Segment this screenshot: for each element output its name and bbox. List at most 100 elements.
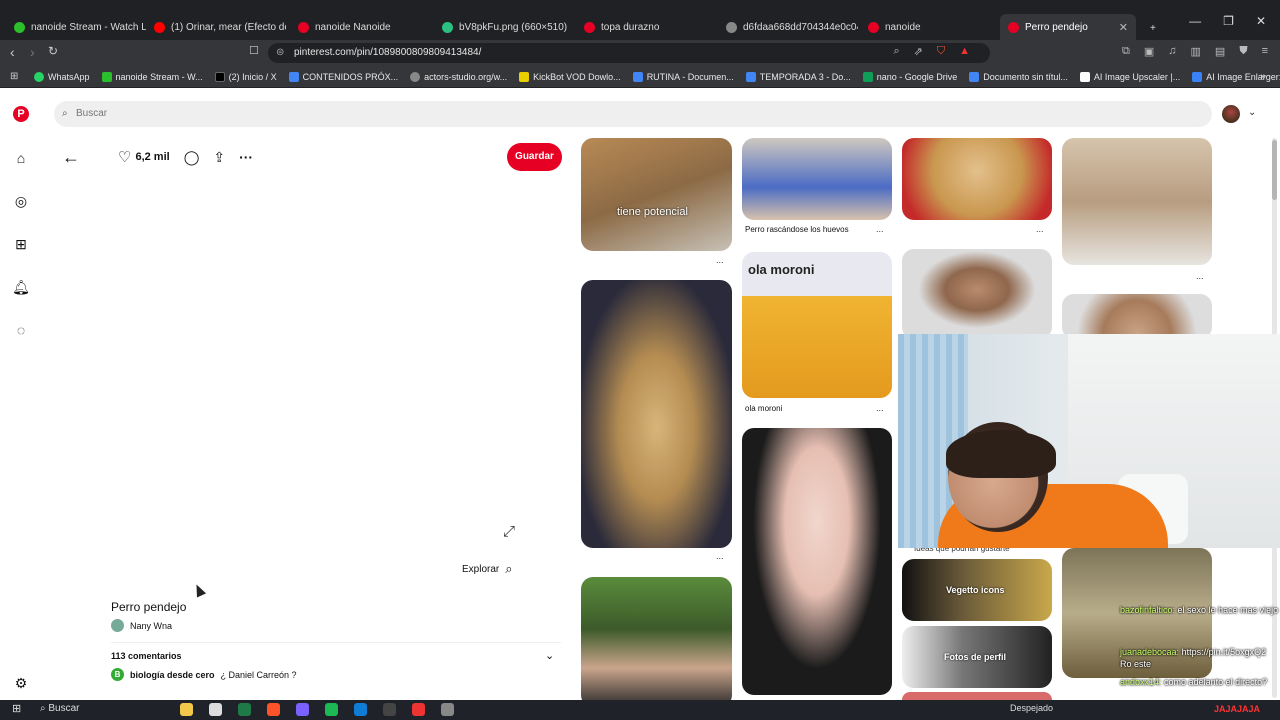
bookmark-item[interactable]: AI Image Enlarger: E... bbox=[1192, 71, 1280, 82]
browser-tab[interactable]: nanoide bbox=[860, 17, 1000, 37]
screenshot-icon[interactable]: ▣ bbox=[1144, 45, 1154, 58]
app-icon[interactable] bbox=[180, 703, 193, 716]
scrollbar-thumb[interactable] bbox=[1272, 140, 1277, 200]
more-options-icon[interactable]: ... bbox=[716, 255, 724, 265]
bookmark-item[interactable]: actors-studio.org/w... bbox=[410, 71, 507, 82]
maximize-icon[interactable]: ❐ bbox=[1223, 14, 1234, 38]
bookmark-item[interactable]: CONTENIDOS PRÓX... bbox=[288, 71, 398, 82]
explore-icon[interactable]: ◎ bbox=[12, 192, 30, 210]
bookmark-item[interactable]: TEMPORADA 3 - Do... bbox=[745, 71, 851, 82]
pin-tile[interactable]: Vegetto icons bbox=[902, 559, 1052, 621]
url-field[interactable]: ⊜ pinterest.com/pin/1089800809809413484/ bbox=[268, 43, 990, 63]
weather-widget[interactable]: Despejado bbox=[1010, 703, 1053, 713]
forward-icon[interactable]: › bbox=[30, 44, 35, 60]
back-icon[interactable]: ‹ bbox=[10, 44, 15, 60]
bookmarks-bar: ⊞ WhatsApp nanoide Stream - W... (2) Ini… bbox=[0, 66, 1280, 88]
more-options-icon[interactable]: ... bbox=[876, 224, 884, 234]
app-icon[interactable] bbox=[412, 703, 425, 716]
expand-icon[interactable]: ⤢ bbox=[503, 523, 515, 540]
chevron-down-icon[interactable]: ⌄ bbox=[1248, 107, 1256, 118]
start-icon[interactable]: ⊞ bbox=[12, 702, 21, 715]
menu-icon[interactable]: ≡ bbox=[1262, 45, 1268, 58]
more-options-icon[interactable]: ... bbox=[1196, 271, 1204, 281]
app-icon[interactable] bbox=[296, 703, 309, 716]
reload-icon[interactable]: ↻ bbox=[48, 44, 58, 58]
comment-icon[interactable]: ◯ bbox=[184, 149, 200, 166]
browser-tab[interactable]: topa durazno bbox=[576, 17, 716, 37]
more-options-icon[interactable]: ... bbox=[716, 551, 724, 561]
back-arrow-icon[interactable]: ← bbox=[62, 147, 80, 168]
app-icon[interactable] bbox=[383, 703, 396, 716]
bookmark-item[interactable]: nanoide Stream - W... bbox=[101, 71, 203, 82]
taskbar-search[interactable]: ⌕ Buscar bbox=[40, 703, 80, 714]
pin-tile[interactable] bbox=[902, 249, 1052, 339]
vpn-icon[interactable]: ⛊ bbox=[1239, 45, 1247, 58]
minimize-icon[interactable]: — bbox=[1189, 14, 1201, 38]
browser-tab[interactable]: nanoide Nanoide bbox=[290, 17, 430, 37]
zoom-icon[interactable]: ⌕ bbox=[893, 45, 899, 58]
app-icon[interactable] bbox=[354, 703, 367, 716]
bookmark-icon[interactable]: ☐ bbox=[249, 44, 259, 57]
notifications-icon[interactable]: 🔔︎ bbox=[12, 278, 30, 296]
home-icon[interactable]: ⌂ bbox=[12, 149, 30, 167]
bookmark-item[interactable]: (2) Inicio / X bbox=[214, 71, 277, 82]
bookmark-item[interactable]: RUTINA - Documen... bbox=[632, 71, 734, 82]
app-icon[interactable] bbox=[441, 703, 454, 716]
browser-tab[interactable]: (1) Orinar, mear (Efecto de Son✕ bbox=[146, 17, 286, 37]
extensions-icon[interactable]: ⧉ bbox=[1122, 45, 1130, 58]
create-icon[interactable]: ⊞ bbox=[12, 235, 30, 253]
pin-tile[interactable]: ola moroni bbox=[742, 252, 892, 398]
more-options-icon[interactable]: ... bbox=[876, 403, 884, 413]
browser-tab-active[interactable]: Perro pendejo ✕ bbox=[1000, 14, 1136, 40]
heart-icon[interactable]: ♡ bbox=[118, 148, 131, 166]
more-options-icon[interactable]: ... bbox=[1036, 224, 1044, 234]
save-button[interactable]: Guardar bbox=[507, 143, 562, 171]
bookmark-item[interactable]: KickBot VOD Dowlo... bbox=[519, 71, 621, 82]
settings-icon[interactable]: ⚙ bbox=[12, 674, 30, 692]
pin-tile[interactable]: Fotos de perfil bbox=[902, 626, 1052, 688]
explore-button[interactable]: Explorar ⌕ bbox=[462, 561, 513, 577]
pin-tile[interactable] bbox=[902, 138, 1052, 220]
media-icon[interactable]: ♫ bbox=[1168, 45, 1176, 58]
browser-tab[interactable]: bV8pkFu.png (660×510) bbox=[434, 17, 574, 37]
pinterest-logo-icon[interactable]: P bbox=[13, 106, 29, 122]
browser-tab[interactable]: nanoide Stream - Watch Li✕ bbox=[6, 17, 146, 37]
pin-tile[interactable] bbox=[1062, 138, 1212, 265]
brave-shield-icon[interactable]: ⛉ bbox=[937, 45, 945, 58]
messages-icon[interactable]: ◌ bbox=[12, 321, 30, 339]
new-tab-button[interactable]: + bbox=[1142, 18, 1162, 38]
pin-image[interactable] bbox=[102, 180, 570, 590]
pin-tile[interactable] bbox=[742, 428, 892, 695]
more-bookmarks-icon[interactable]: » bbox=[1260, 71, 1266, 82]
app-icon[interactable] bbox=[209, 703, 222, 716]
browser-tab[interactable]: d6fdaa668dd704344e0c04356 bbox=[718, 17, 858, 37]
bookmark-item[interactable]: Documento sin títul... bbox=[969, 71, 1068, 82]
share-icon[interactable]: ⇪ bbox=[213, 149, 225, 166]
more-options-icon[interactable]: ··· bbox=[239, 149, 253, 165]
wallet-icon[interactable]: ▤ bbox=[1215, 45, 1225, 58]
search-input[interactable]: ⌕ Buscar bbox=[54, 101, 1212, 127]
bookmark-item[interactable]: AI Image Upscaler |... bbox=[1079, 71, 1180, 82]
share-icon[interactable]: ⇗ bbox=[914, 45, 923, 58]
bookmark-item[interactable]: WhatsApp bbox=[34, 71, 90, 82]
pin-tile[interactable] bbox=[742, 138, 892, 220]
app-icon[interactable] bbox=[267, 703, 280, 716]
sidebar-icon[interactable]: ▥ bbox=[1191, 45, 1201, 58]
avatar[interactable] bbox=[1222, 105, 1240, 123]
apps-icon[interactable]: ⊞ bbox=[10, 71, 18, 82]
app-icon[interactable] bbox=[325, 703, 338, 716]
bookmark-item[interactable]: nano - Google Drive bbox=[862, 71, 957, 82]
pin-tile[interactable] bbox=[581, 577, 732, 707]
app-icon[interactable] bbox=[238, 703, 251, 716]
pin-tile[interactable]: tiene potencial bbox=[581, 138, 732, 251]
tab-favicon-icon bbox=[442, 21, 453, 33]
comments-count[interactable]: 113 comentarios bbox=[111, 651, 182, 661]
chevron-down-icon[interactable]: ⌄ bbox=[545, 649, 554, 662]
rewards-icon[interactable]: ▲ bbox=[959, 45, 970, 58]
pin-tile[interactable] bbox=[1062, 294, 1212, 339]
pin-author[interactable]: Nany Wna bbox=[111, 619, 172, 632]
close-tab-icon[interactable]: ✕ bbox=[1113, 21, 1128, 34]
close-window-icon[interactable]: ✕ bbox=[1256, 14, 1266, 38]
pin-tile[interactable] bbox=[581, 280, 732, 548]
site-info-icon[interactable]: ⊜ bbox=[276, 43, 284, 63]
